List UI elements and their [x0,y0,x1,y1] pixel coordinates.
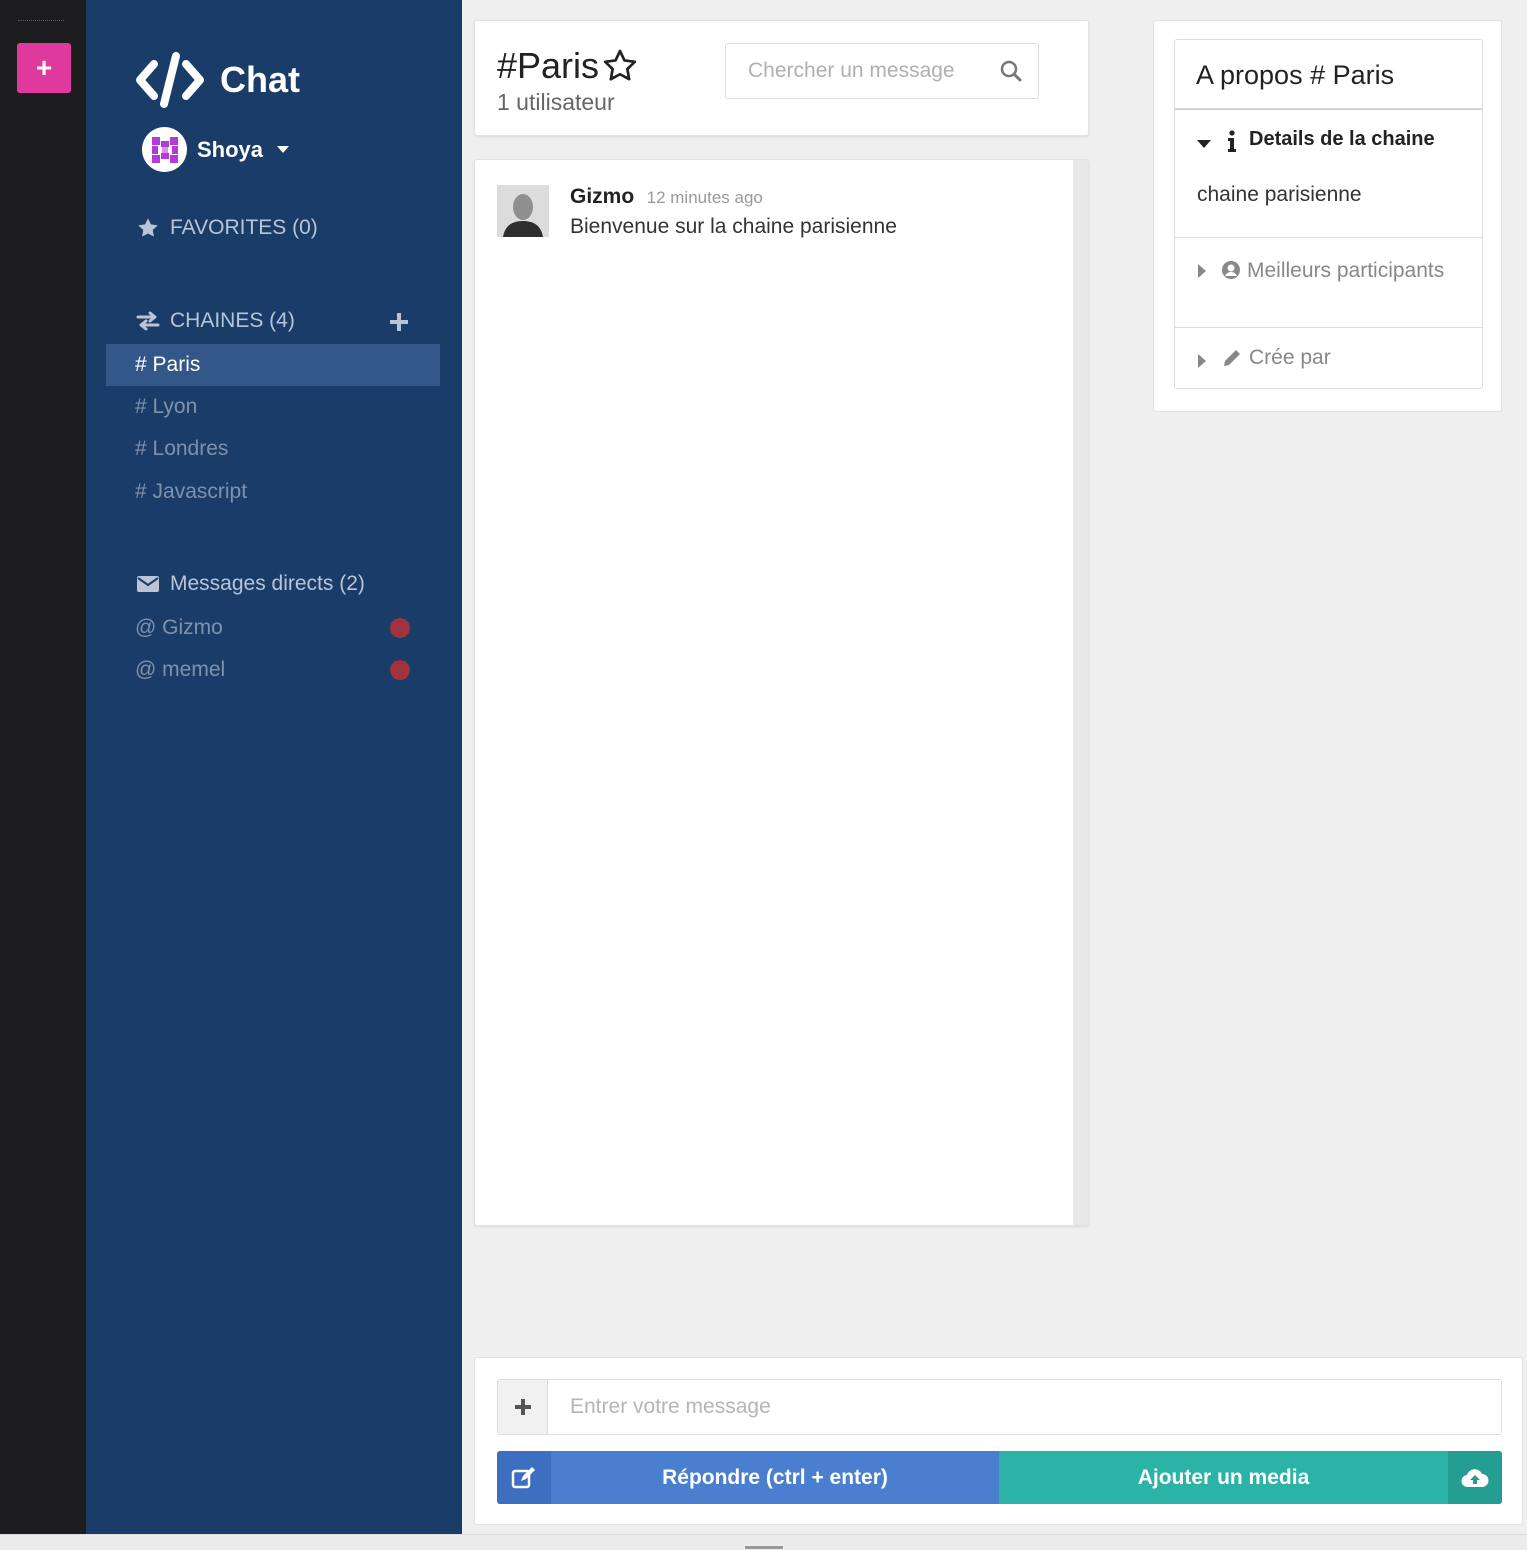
message-timestamp: 12 minutes ago [646,188,763,207]
info-icon [1221,128,1243,152]
plus-icon [514,1399,531,1415]
channel-item-londres[interactable]: # Londres [106,428,440,470]
dm-item-gizmo[interactable]: @ Gizmo [106,607,440,649]
user-menu[interactable]: Shoya [142,127,290,172]
channel-item-lyon[interactable]: # Lyon [106,386,440,428]
channel-name: #Paris [497,45,600,86]
dm-item-memel[interactable]: @ memel [106,649,440,691]
favorites-label: FAVORITES (0) [170,216,318,239]
channel-item-javascript[interactable]: # Javascript [106,471,440,513]
composer-input-group [497,1379,1502,1435]
direct-messages-label: Messages directs (2) [170,572,365,595]
avatar [497,185,549,237]
add-media-label: Ajouter un media [1137,1465,1310,1489]
about-title: A propos # Paris [1196,60,1395,90]
message-body: Gizmo 12 minutes ago Bienvenue sur la ch… [570,185,897,239]
exchange-icon [136,310,160,332]
star-icon [136,217,160,239]
reply-button[interactable]: Répondre (ctrl + enter) [497,1451,999,1504]
add-media-button[interactable]: Ajouter un media [999,1451,1502,1504]
window-bottom-bar [0,1534,1527,1550]
channel-user-count: 1 utilisateur [497,89,615,115]
direct-messages-header[interactable]: Messages directs (2) [136,572,365,596]
caret-right-icon [1197,346,1221,374]
status-dot [390,618,410,638]
details-label: Details de la chaine [1249,128,1435,150]
search-icon[interactable] [1000,60,1022,87]
attach-button[interactable] [498,1380,548,1434]
dm-label: @ Gizmo [135,616,223,639]
status-dot [390,660,410,680]
resize-handle[interactable] [745,1546,783,1549]
scrollbar[interactable] [1073,160,1088,1225]
message-author[interactable]: Gizmo [570,185,634,208]
message-input[interactable] [548,1380,1501,1434]
workspace-rail: + [0,0,86,1534]
accordion-header-top-participants[interactable]: Meilleurs participants [1175,238,1482,285]
dm-label: @ memel [135,658,226,681]
messages-panel: Gizmo 12 minutes ago Bienvenue sur la ch… [474,159,1089,1226]
cloud-upload-icon [1448,1451,1502,1504]
avatar [142,127,187,172]
user-name: Shoya [197,136,264,162]
sidebar: Chat Shoya FAVORITES (0) CHAINES (4) # P… [86,0,462,1534]
edit-icon [497,1451,551,1504]
search-box [725,43,1039,99]
about-accordion: Details de la chaine chaine parisienne M… [1174,108,1483,389]
about-header: A propos # Paris [1174,39,1483,109]
accordion-item-created-by: Crée par [1175,327,1482,388]
accordion-item-top-participants: Meilleurs participants [1175,237,1482,327]
caret-down-icon [1197,128,1221,155]
envelope-icon [136,573,160,595]
channel-item-paris[interactable]: # Paris [106,344,440,386]
search-input[interactable] [726,59,976,83]
user-circle-icon [1222,261,1240,279]
app-title: Chat [220,59,300,100]
accordion-header-details[interactable]: Details de la chaine [1175,110,1482,155]
plus-icon [390,313,408,331]
star-outline-icon[interactable] [601,48,639,84]
rail-divider [18,20,64,21]
favorites-header[interactable]: FAVORITES (0) [136,216,318,240]
chevron-down-icon [277,146,290,153]
channels-header[interactable]: CHAINES (4) [136,309,416,333]
message-text: Bienvenue sur la chaine parisienne [570,215,897,238]
identicon-icon [149,134,180,165]
message-item: Gizmo 12 minutes ago Bienvenue sur la ch… [497,185,897,239]
top-participants-label: Meilleurs participants [1247,259,1445,282]
caret-right-icon [1197,256,1221,284]
brand: Chat [136,52,300,108]
channel-header: #Paris 1 utilisateur [474,20,1089,136]
about-panel: A propos # Paris Details de la chaine ch… [1153,20,1502,412]
reply-label: Répondre (ctrl + enter) [662,1465,888,1489]
accordion-item-details: Details de la chaine chaine parisienne [1175,109,1482,237]
channels-label: CHAINES (4) [170,309,295,332]
message-composer: Répondre (ctrl + enter) Ajouter un media [474,1357,1523,1525]
plus-icon: + [35,52,53,83]
details-text: chaine parisienne [1197,183,1362,206]
channel-title: #Paris [497,45,639,87]
created-by-label: Crée par [1249,346,1331,369]
code-logo-icon [136,52,204,108]
accordion-header-created-by[interactable]: Crée par [1175,328,1482,374]
pencil-icon [1221,346,1243,368]
add-workspace-button[interactable]: + [17,43,71,93]
add-channel-button[interactable] [386,309,412,335]
